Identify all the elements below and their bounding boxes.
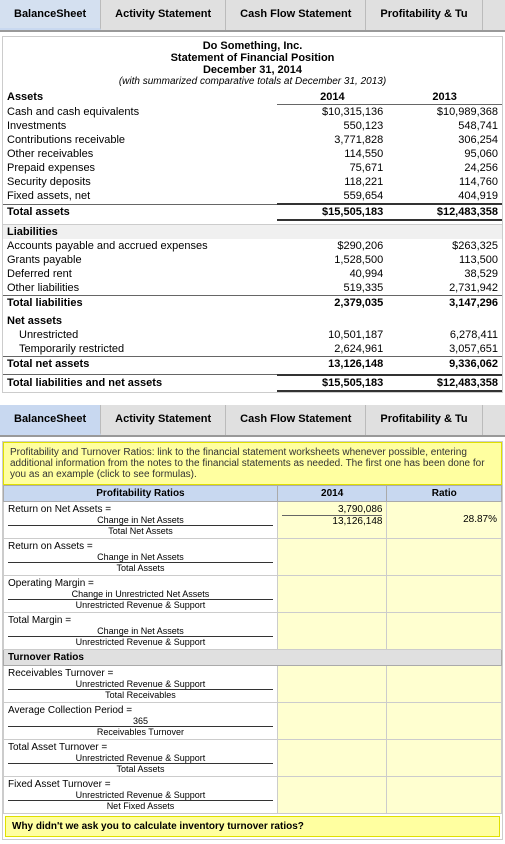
tab-cashflow[interactable]: Cash Flow Statement (226, 0, 366, 30)
rt-value (277, 665, 387, 702)
statement-title: Statement of Financial Position (3, 52, 502, 64)
tat-ratio (387, 739, 502, 776)
profitability-note: Profitability and Turnover Ratios: link … (3, 442, 502, 485)
ratio-row-tat: Total Asset Turnover = Unrestricted Reve… (4, 739, 502, 776)
row-total-liabilities: Total liabilities 2,379,035 3,147,296 (3, 295, 502, 310)
tab2-balancesheet[interactable]: BalanceSheet (0, 405, 101, 435)
rona-num: 3,790,086 13,126,148 (277, 501, 387, 538)
om-ratio (387, 575, 502, 612)
col-2013: 2013 (387, 90, 502, 105)
row-investments: Investments 550,123 548,741 (3, 119, 502, 133)
row-total-assets: Total assets $15,505,183 $12,483,358 (3, 204, 502, 220)
row-unrestricted: Unrestricted 10,501,187 6,278,411 (3, 328, 502, 342)
statement-date: December 31, 2014 (3, 64, 502, 76)
row-accounts-payable: Accounts payable and accrued expenses $2… (3, 239, 502, 253)
rt-label: Receivables Turnover = Unrestricted Reve… (4, 665, 278, 702)
row-other-recv: Other receivables 114,550 95,060 (3, 147, 502, 161)
tab-activity[interactable]: Activity Statement (101, 0, 226, 30)
ratio-row-roa: Return on Assets = Change in Net Assets … (4, 538, 502, 575)
col-header-2014: 2014 (277, 485, 387, 501)
tat-value (277, 739, 387, 776)
profitability-section: Profitability and Turnover Ratios: link … (2, 441, 503, 840)
tm-label: Total Margin = Change in Net Assets Unre… (4, 612, 278, 649)
rona-label: Return on Net Assets = Change in Net Ass… (4, 501, 278, 538)
row-total-netassets: Total net assets 13,126,148 9,336,062 (3, 356, 502, 371)
financial-statement: Do Something, Inc. Statement of Financia… (2, 36, 503, 393)
roa-label: Return on Assets = Change in Net Assets … (4, 538, 278, 575)
ratio-row-acp: Average Collection Period = 365 Receivab… (4, 702, 502, 739)
row-temp-restricted: Temporarily restricted 2,624,961 3,057,6… (3, 342, 502, 357)
row-contributions: Contributions receivable 3,771,828 306,2… (3, 133, 502, 147)
acp-ratio (387, 702, 502, 739)
financial-table: Assets 2014 2013 Cash and cash equivalen… (3, 90, 502, 392)
row-grandtotal: Total liabilities and net assets $15,505… (3, 375, 502, 391)
ratio-row-rt: Receivables Turnover = Unrestricted Reve… (4, 665, 502, 702)
profit-note-text: Profitability and Turnover Ratios: link … (10, 447, 485, 480)
om-label: Operating Margin = Change in Unrestricte… (4, 575, 278, 612)
fat-ratio (387, 776, 502, 813)
netassets-header-row: Net assets (3, 314, 502, 328)
acp-label: Average Collection Period = 365 Receivab… (4, 702, 278, 739)
tab2-profitability[interactable]: Profitability & Tu (366, 405, 482, 435)
tm-value (277, 612, 387, 649)
tm-ratio (387, 612, 502, 649)
fat-label: Fixed Asset Turnover = Unrestricted Reve… (4, 776, 278, 813)
col-header-ratios: Profitability Ratios (4, 485, 278, 501)
row-grants-payable: Grants payable 1,528,500 113,500 (3, 253, 502, 267)
row-prepaid: Prepaid expenses 75,671 24,256 (3, 161, 502, 175)
acp-value (277, 702, 387, 739)
tat-label: Total Asset Turnover = Unrestricted Reve… (4, 739, 278, 776)
top-tabs[interactable]: BalanceSheet Activity Statement Cash Flo… (0, 0, 505, 32)
tab-balancesheet[interactable]: BalanceSheet (0, 0, 101, 30)
ratio-row-om: Operating Margin = Change in Unrestricte… (4, 575, 502, 612)
roa-ratio (387, 538, 502, 575)
rt-ratio (387, 665, 502, 702)
row-fixed: Fixed assets, net 559,654 404,919 (3, 189, 502, 204)
statement-header: Do Something, Inc. Statement of Financia… (3, 37, 502, 90)
why-note: Why didn't we ask you to calculate inven… (5, 816, 500, 837)
tab-profitability[interactable]: Profitability & Tu (366, 0, 482, 30)
ratios-table: Profitability Ratios 2014 Ratio Return o… (3, 485, 502, 814)
bottom-tabs[interactable]: BalanceSheet Activity Statement Cash Flo… (0, 405, 505, 437)
row-other-liabilities: Other liabilities 519,335 2,731,942 (3, 281, 502, 296)
ratios-header: Profitability Ratios 2014 Ratio (4, 485, 502, 501)
ratio-row-fat: Fixed Asset Turnover = Unrestricted Reve… (4, 776, 502, 813)
company-name: Do Something, Inc. (3, 40, 502, 52)
ratio-row-tm: Total Margin = Change in Net Assets Unre… (4, 612, 502, 649)
liabilities-header-row: Liabilities (3, 224, 502, 239)
fat-value (277, 776, 387, 813)
col-header-ratio: Ratio (387, 485, 502, 501)
row-security: Security deposits 118,221 114,760 (3, 175, 502, 189)
column-headers: Assets 2014 2013 (3, 90, 502, 105)
row-deferred-rent: Deferred rent 40,994 38,529 (3, 267, 502, 281)
statement-note: (with summarized comparative totals at D… (3, 76, 502, 87)
col-2014: 2014 (277, 90, 387, 105)
rona-ratio: 28.87% (387, 501, 502, 538)
om-value (277, 575, 387, 612)
tab2-activity[interactable]: Activity Statement (101, 405, 226, 435)
assets-header: Assets (3, 90, 277, 105)
ratio-row-rona-label: Return on Net Assets = Change in Net Ass… (4, 501, 502, 538)
row-cash: Cash and cash equivalents $10,315,136 $1… (3, 105, 502, 120)
turnover-header-row: Turnover Ratios (4, 649, 502, 665)
turnover-header: Turnover Ratios (4, 649, 502, 665)
roa-value (277, 538, 387, 575)
tab2-cashflow[interactable]: Cash Flow Statement (226, 405, 366, 435)
